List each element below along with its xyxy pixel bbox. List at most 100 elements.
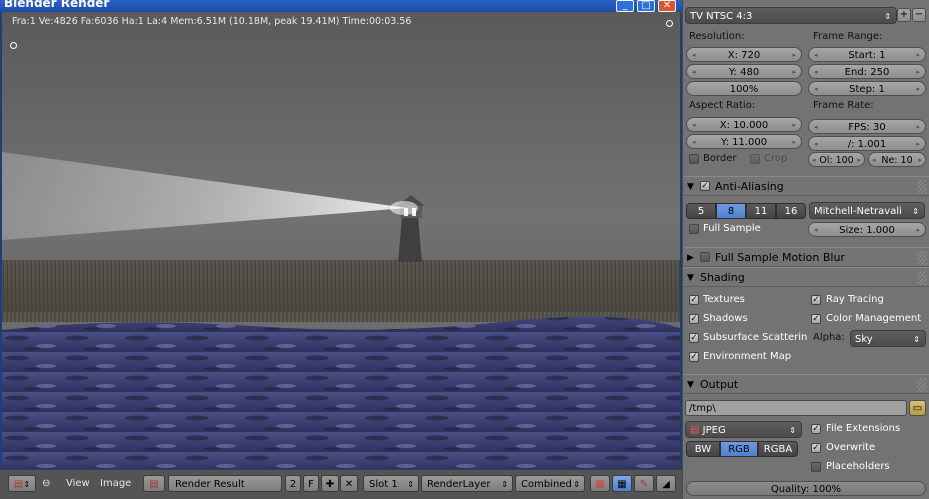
aa-sample-button-16[interactable]: 16: [776, 203, 806, 219]
frame-start-field[interactable]: ◂ Start: 1 ▸: [808, 47, 926, 62]
fps-base-field[interactable]: ◂/: 1.001 ▸: [808, 136, 926, 151]
render-layer-select[interactable]: RenderLayer ⇕: [421, 475, 513, 492]
alpha-mode-label: Sky: [855, 334, 873, 345]
image-browse-button[interactable]: ▤: [143, 475, 165, 492]
remove-preset-button[interactable]: −: [912, 8, 926, 22]
frame-rate-label: Frame Rate:: [813, 100, 874, 111]
frame-end-field[interactable]: ◂ End: 250 ▸: [808, 64, 926, 79]
motion-blur-panel-header[interactable]: ▶ Full Sample Motion Blur: [683, 247, 929, 267]
image-format-icon: ▤: [690, 425, 700, 436]
collapse-triangle-icon: ▼: [687, 182, 694, 192]
unlink-image-button[interactable]: ✕: [340, 475, 358, 492]
render-properties-panel: TV NTSC 4:3 ⇕ + − Resolution: ◂ X: 720 ▸ ◂ Y…: [682, 0, 929, 498]
panel-grip-icon[interactable]: [917, 251, 927, 265]
motion-blur-checkbox[interactable]: [700, 252, 710, 262]
panel-grip-icon[interactable]: [917, 180, 927, 194]
browse-folder-button[interactable]: ▭: [909, 400, 926, 416]
file-format-select[interactable]: ▤ JPEG ⇕: [685, 421, 802, 438]
shadows-checkbox[interactable]: ✓: [689, 314, 699, 324]
quality-slider[interactable]: Quality: 100%: [686, 481, 926, 496]
folder-icon: ▭: [912, 403, 923, 414]
close-button[interactable]: ✕: [658, 0, 676, 12]
anti-aliasing-panel-header[interactable]: ▼ ✓ Anti-Aliasing: [683, 176, 929, 196]
aa-sample-button-8[interactable]: 8: [716, 203, 746, 219]
curves-button[interactable]: ◢: [656, 475, 676, 492]
frame-start-value: Start: 1: [848, 50, 886, 61]
time-new-field[interactable]: ◂ Ne: 10 ▸: [868, 152, 926, 167]
users-count[interactable]: 2: [285, 475, 301, 492]
draw-z-button[interactable]: ✎: [634, 475, 654, 492]
render-viewport[interactable]: Fra:1 Ve:4826 Fa:6036 Ha:1 La:4 Mem:6.51…: [2, 12, 680, 468]
placeholders-checkbox[interactable]: [811, 462, 821, 472]
time-old-value: Ol: 100: [819, 155, 854, 166]
render-preset-select[interactable]: TV NTSC 4:3 ⇕: [685, 7, 897, 24]
time-old-field[interactable]: ◂ Ol: 100 ▸: [808, 152, 865, 167]
color-mode-rgba[interactable]: RGBA: [758, 441, 798, 457]
draw-color-button[interactable]: ▩: [590, 475, 610, 492]
panel-grip-icon[interactable]: [917, 378, 927, 392]
slot-select[interactable]: Slot 1 ⇕: [363, 475, 419, 492]
panel-grip-icon[interactable]: [917, 271, 927, 285]
crop-checkbox[interactable]: [750, 154, 760, 164]
corner-dot-icon[interactable]: [666, 20, 673, 27]
output-panel-header[interactable]: ▼ Output: [683, 374, 929, 394]
image-name-field[interactable]: Render Result: [168, 475, 282, 492]
resolution-y-value: Y: 480: [728, 67, 760, 78]
minimize-button[interactable]: _: [616, 0, 634, 12]
expand-icon[interactable]: ⊖: [42, 475, 50, 492]
view-dot-icon: [10, 42, 17, 49]
render-pass-select[interactable]: Combined ⇕: [515, 475, 585, 492]
new-image-button[interactable]: ✚: [321, 475, 339, 492]
border-checkbox[interactable]: [689, 154, 699, 164]
aspect-y-field[interactable]: ◂ Y: 11.000 ▸: [686, 134, 802, 149]
environment-map-label: Environment Map: [703, 351, 792, 362]
environment-map-checkbox[interactable]: ✓: [689, 352, 699, 362]
file-extensions-checkbox[interactable]: ✓: [811, 424, 821, 434]
full-sample-checkbox[interactable]: [689, 224, 699, 234]
color-management-checkbox[interactable]: ✓: [811, 314, 821, 324]
color-mode-rgb[interactable]: RGB: [720, 441, 758, 457]
overwrite-checkbox[interactable]: ✓: [811, 443, 821, 453]
draw-alpha-button[interactable]: ▦: [612, 475, 632, 492]
aspect-x-field[interactable]: ◂ X: 10.000 ▸: [686, 117, 802, 132]
resolution-percent-slider[interactable]: 100%: [686, 81, 802, 96]
image-icon: ▤: [149, 479, 159, 490]
sss-checkbox[interactable]: ✓: [689, 333, 699, 343]
alpha-label: Alpha:: [813, 332, 845, 343]
maximize-button[interactable]: □: [637, 0, 655, 12]
anti-aliasing-checkbox[interactable]: ✓: [700, 181, 710, 191]
shading-panel-header[interactable]: ▼ Shading: [683, 267, 929, 287]
frame-range-label: Frame Range:: [813, 31, 883, 42]
overwrite-label: Overwrite: [826, 442, 876, 453]
view-menu[interactable]: View: [66, 475, 90, 492]
brush-icon: ✎: [639, 479, 649, 490]
aspect-y-value: Y: 11.000: [720, 137, 768, 148]
editor-type-button[interactable]: ▤⇕: [8, 475, 36, 492]
frame-step-field[interactable]: ◂ Step: 1 ▸: [808, 81, 926, 96]
fake-user-button[interactable]: F: [303, 475, 319, 492]
aa-sample-button-5[interactable]: 5: [686, 203, 716, 219]
aa-sample-button-11[interactable]: 11: [746, 203, 776, 219]
shadows-label: Shadows: [703, 313, 748, 324]
aa-filter-select[interactable]: Mitchell-Netravali ⇕: [809, 202, 925, 219]
textures-checkbox[interactable]: ✓: [689, 295, 699, 305]
resolution-label: Resolution:: [689, 31, 745, 42]
add-preset-button[interactable]: +: [897, 8, 911, 22]
resolution-x-field[interactable]: ◂ X: 720 ▸: [686, 47, 802, 62]
output-path-field[interactable]: /tmp\: [685, 400, 907, 416]
aa-size-field[interactable]: ◂ Size: 1.000 ▸: [808, 222, 926, 237]
minus-icon: −: [914, 9, 924, 20]
alpha-mode-select[interactable]: Sky ⇕: [850, 330, 926, 347]
fps-field[interactable]: ◂ FPS: 30 ▸: [808, 119, 926, 134]
shading-title: Shading: [700, 271, 745, 284]
x-icon: ✕: [344, 479, 354, 490]
ray-tracing-checkbox[interactable]: ✓: [811, 295, 821, 305]
color-mode-bw[interactable]: BW: [686, 441, 720, 457]
image-editor-header: ▤⇕ ⊖ View Image ▤ Render Result 2 F ✚ ✕ …: [0, 469, 682, 499]
fps-value: FPS: 30: [848, 122, 886, 133]
resolution-y-field[interactable]: ◂ Y: 480 ▸: [686, 64, 802, 79]
resolution-x-value: X: 720: [727, 50, 761, 61]
aa-size-value: Size: 1.000: [839, 225, 895, 236]
title-bar[interactable]: Blender Render _ □ ✕: [0, 0, 682, 12]
image-menu[interactable]: Image: [100, 475, 131, 492]
